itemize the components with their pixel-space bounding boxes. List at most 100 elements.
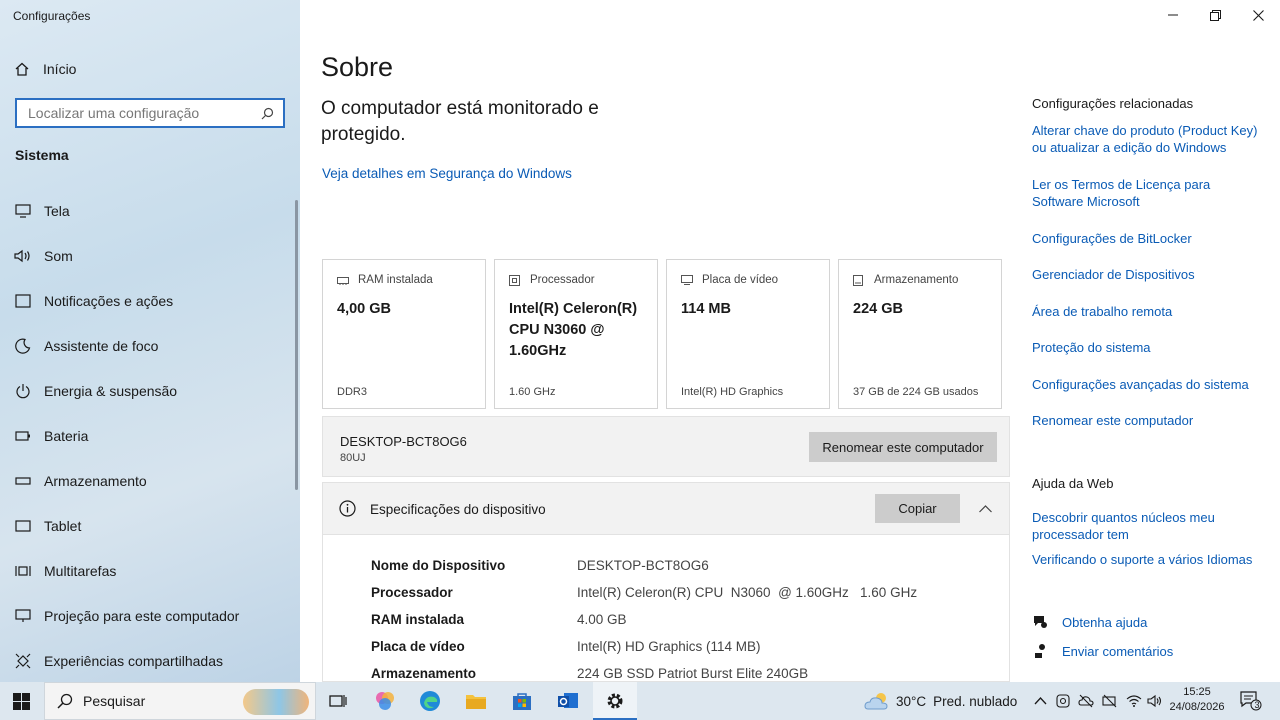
spec-key: Placa de vídeo [371, 639, 465, 654]
power-plug-icon[interactable] [1102, 694, 1118, 713]
specs-title: Especificações do dispositivo [370, 502, 546, 517]
card-value: 224 GB [853, 301, 903, 317]
taskbar-search-label: Pesquisar [83, 693, 146, 709]
microsoft-store-icon[interactable] [510, 689, 534, 713]
sidebar-nav: Tela Som Notificações e ações Assistente… [0, 188, 300, 682]
sidebar-item-label: Multitarefas [44, 562, 117, 579]
device-specs-header[interactable]: Especificações do dispositivo Copiar [322, 482, 1010, 535]
web-help-title: Ajuda da Web [1032, 476, 1114, 491]
weather-widget[interactable]: 30°C Pred. nublado [864, 682, 1017, 720]
spec-row: Nome do Dispositivo DESKTOP-BCT8OG6 [371, 558, 709, 573]
remote-desktop-link[interactable]: Área de trabalho remota [1032, 303, 1264, 320]
sidebar-item-multitarefas[interactable]: Multitarefas [0, 548, 300, 593]
sidebar-item-label: Projeção para este computador [44, 607, 240, 624]
help-chat-icon [1034, 616, 1047, 628]
clock[interactable]: 15:25 24/08/2026 [1168, 685, 1226, 715]
search-input[interactable] [26, 104, 261, 122]
license-terms-link[interactable]: Ler os Termos de Licença para Software M… [1032, 176, 1264, 210]
spec-row: RAM instalada 4.00 GB [371, 612, 627, 627]
disk-icon [853, 274, 866, 286]
rename-computer-link[interactable]: Renomear este computador [1032, 412, 1264, 429]
sidebar-item-label: Experiências compartilhadas [44, 652, 223, 669]
maximize-button[interactable] [1194, 0, 1237, 30]
chevron-up-icon[interactable] [1034, 694, 1047, 712]
sidebar-item-projecao[interactable]: Projeção para este computador [0, 593, 300, 638]
search-icon[interactable] [261, 107, 274, 120]
sidebar-item-energia[interactable]: Energia & suspensão [0, 368, 300, 413]
windows-start-icon[interactable] [13, 693, 30, 715]
system-protection-link[interactable]: Proteção do sistema [1032, 339, 1264, 356]
close-button[interactable] [1237, 0, 1280, 30]
get-help-link[interactable]: Obtenha ajuda [1032, 614, 1147, 630]
sidebar-item-notificacoes[interactable]: Notificações e ações [0, 278, 300, 323]
sidebar-item-experiencias[interactable]: Experiências compartilhadas [0, 638, 300, 682]
spec-row: Placa de vídeo Intel(R) HD Graphics (114 … [371, 639, 761, 654]
rename-computer-button[interactable]: Renomear este computador [809, 432, 997, 462]
gpu-card: Placa de vídeo 114 MB Intel(R) HD Graphi… [666, 259, 830, 409]
camera-icon[interactable] [1056, 694, 1070, 713]
copy-button[interactable]: Copiar [875, 494, 960, 523]
moon-icon [14, 337, 32, 355]
sidebar-item-som[interactable]: Som [0, 233, 300, 278]
home-nav[interactable]: Início [14, 58, 76, 80]
chevron-up-icon[interactable] [979, 500, 992, 518]
advanced-system-link[interactable]: Configurações avançadas do sistema [1032, 376, 1264, 393]
device-specs-body: Nome do Dispositivo DESKTOP-BCT8OG6 Proce… [322, 535, 1010, 682]
sidebar-item-label: Tela [44, 202, 70, 219]
window-controls [1151, 0, 1280, 30]
card-sub: 1.60 GHz [509, 386, 556, 398]
ram-icon [337, 275, 350, 286]
bitlocker-link[interactable]: Configurações de BitLocker [1032, 230, 1264, 247]
sidebar-item-label: Armazenamento [44, 472, 147, 489]
spec-key: RAM instalada [371, 612, 465, 627]
feedback-link[interactable]: Enviar comentários [1032, 643, 1173, 659]
edge-icon[interactable] [418, 689, 442, 713]
clock-date: 24/08/2026 [1169, 701, 1225, 713]
taskbar-search[interactable]: Pesquisar [44, 682, 316, 720]
settings-gear-icon[interactable] [603, 689, 627, 713]
spec-key: Nome do Dispositivo [371, 558, 506, 573]
cloud-offline-icon[interactable] [1078, 694, 1094, 713]
app-title: Configurações [13, 9, 91, 23]
device-name: DESKTOP-BCT8OG6 [340, 434, 467, 449]
cores-link[interactable]: Descobrir quantos núcleos meu processado… [1032, 509, 1242, 543]
languages-link[interactable]: Verificando o suporte a vários Idiomas [1032, 551, 1264, 568]
sidebar-item-label: Energia & suspensão [44, 382, 178, 399]
spec-key: Armazenamento [371, 666, 477, 681]
security-details-link[interactable]: Veja detalhes em Segurança do Windows [322, 166, 572, 181]
sidebar-item-label: Assistente de foco [44, 337, 159, 354]
multitask-icon [14, 562, 32, 580]
related-settings-title: Configurações relacionadas [1032, 96, 1194, 111]
spec-value: Intel(R) HD Graphics (114 MB) [577, 639, 761, 654]
taskbar: Pesquisar 30°C Pred. nublado 15:25 24/08… [0, 682, 1280, 720]
volume-icon[interactable] [1147, 694, 1163, 713]
spec-value: DESKTOP-BCT8OG6 [577, 558, 709, 573]
sidebar-item-assistente-foco[interactable]: Assistente de foco [0, 323, 300, 368]
card-sub: DDR3 [337, 386, 367, 398]
copilot-icon[interactable] [373, 689, 397, 713]
power-icon [14, 382, 32, 400]
product-key-link[interactable]: Alterar chave do produto (Product Key) o… [1032, 122, 1264, 156]
spec-row: Armazenamento 224 GB SSD Patriot Burst El… [371, 666, 808, 681]
file-explorer-icon[interactable] [464, 689, 488, 713]
device-manager-link[interactable]: Gerenciador de Dispositivos [1032, 266, 1264, 283]
task-view-icon[interactable] [326, 689, 350, 713]
sidebar-scrollbar[interactable] [295, 200, 298, 490]
sidebar-item-bateria[interactable]: Bateria [0, 413, 300, 458]
spec-value: Intel(R) Celeron(R) CPU N3060 @ 1.60GHz … [577, 585, 918, 600]
spec-row: Processador Intel(R) Celeron(R) CPU N3060… [371, 585, 917, 600]
minimize-button[interactable] [1151, 0, 1194, 30]
wifi-icon[interactable] [1126, 694, 1142, 713]
battery-icon [14, 427, 32, 445]
sidebar-item-tela[interactable]: Tela [0, 188, 300, 233]
card-sub: Intel(R) HD Graphics [681, 386, 784, 398]
tablet-icon [14, 517, 32, 535]
sidebar-item-armazenamento[interactable]: Armazenamento [0, 458, 300, 503]
settings-search[interactable] [15, 98, 285, 128]
hardware-cards: RAM instalada 4,00 GB DDR3 Processador I… [322, 259, 1002, 409]
sidebar-item-tablet[interactable]: Tablet [0, 503, 300, 548]
outlook-icon[interactable] [556, 689, 580, 713]
spec-value: 4.00 GB [577, 612, 627, 627]
cpu-icon [509, 274, 522, 286]
sidebar: Configurações Início Sistema Tela Som No… [0, 0, 300, 682]
